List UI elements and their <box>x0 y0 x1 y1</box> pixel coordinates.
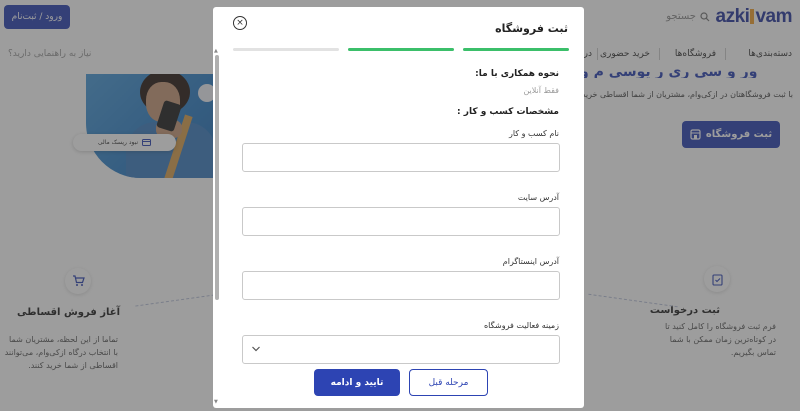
register-store-modal: ثبت فروشگاه × ▲ ▼ نحوه همکاری با ما: فقط… <box>213 7 584 408</box>
modal-scrollbar[interactable] <box>215 55 219 300</box>
close-icon[interactable]: × <box>233 16 247 30</box>
confirm-continue-button[interactable]: تایید و ادامه <box>314 369 400 396</box>
instagram-label: آدرس اینستاگرام <box>502 257 559 266</box>
progress-step-1 <box>463 48 569 51</box>
business-name-input[interactable] <box>242 143 560 172</box>
activity-label: زمینه فعالیت فروشگاه <box>483 321 559 330</box>
website-input[interactable] <box>242 207 560 236</box>
collab-label: نحوه همکاری با ما: <box>475 69 559 79</box>
activity-select[interactable] <box>242 335 560 364</box>
collab-value: فقط آنلاین <box>523 86 559 95</box>
website-label: آدرس سایت <box>517 193 559 202</box>
chevron-down-icon <box>252 346 260 352</box>
progress-step-2 <box>348 48 454 51</box>
modal-title: ثبت فروشگاه <box>495 22 568 35</box>
progress-step-3 <box>233 48 339 51</box>
section-title: مشخصات کسب و کار : <box>457 107 559 117</box>
scroll-up-arrow[interactable]: ▲ <box>214 48 218 54</box>
scroll-down-arrow[interactable]: ▼ <box>214 399 218 405</box>
instagram-input[interactable] <box>242 271 560 300</box>
business-name-label: نام کسب و کار <box>508 129 559 138</box>
previous-step-button[interactable]: مرحله قبل <box>409 369 488 396</box>
